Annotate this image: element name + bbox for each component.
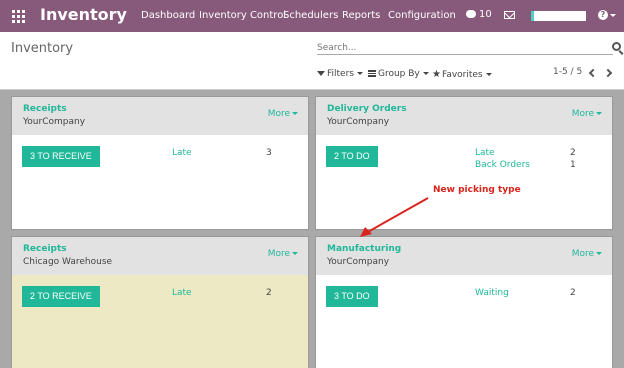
menu-dashboard[interactable]: Dashboard bbox=[141, 10, 195, 21]
more-dropdown[interactable]: More bbox=[268, 109, 298, 119]
caret-down-icon bbox=[596, 112, 602, 115]
card-subtitle: YourCompany bbox=[327, 257, 390, 267]
chat-icon bbox=[466, 10, 476, 18]
more-dropdown[interactable]: More bbox=[268, 249, 298, 259]
favorites-button[interactable]: ★Favorites bbox=[432, 69, 492, 80]
caret-down-icon bbox=[422, 72, 429, 75]
to-do-button[interactable]: 2 TO DO bbox=[326, 146, 378, 167]
stat-late-link[interactable]: Late bbox=[172, 288, 192, 298]
top-navbar: Inventory Dashboard Inventory Control Sc… bbox=[0, 0, 624, 32]
menu-configuration[interactable]: Configuration bbox=[388, 10, 456, 21]
more-label: More bbox=[571, 109, 594, 119]
page-title: Inventory bbox=[11, 41, 74, 56]
stat-late-count: 2 bbox=[570, 148, 576, 158]
card-subtitle: YourCompany bbox=[327, 117, 390, 127]
stat-late-link[interactable]: Late bbox=[475, 148, 495, 158]
to-receive-button[interactable]: 2 TO RECEIVE bbox=[22, 286, 100, 307]
pager-next-icon[interactable] bbox=[603, 68, 613, 78]
menu-schedulers[interactable]: Schedulers bbox=[283, 10, 338, 21]
to-receive-button[interactable]: 3 TO RECEIVE bbox=[22, 146, 100, 167]
kanban-card-receipts-yourcompany[interactable]: Receipts YourCompany More 3 TO RECEIVE L… bbox=[11, 96, 309, 230]
more-dropdown[interactable]: More bbox=[572, 249, 602, 259]
card-subtitle: YourCompany bbox=[23, 117, 86, 127]
caret-down-icon bbox=[292, 112, 298, 115]
annotation-text: New picking type bbox=[433, 185, 521, 195]
filter-icon bbox=[317, 71, 325, 76]
stat-late-count: 3 bbox=[266, 148, 272, 158]
card-title[interactable]: Receipts bbox=[23, 104, 67, 114]
help-icon[interactable]: ? bbox=[598, 10, 608, 20]
card-header: Manufacturing YourCompany More bbox=[316, 237, 612, 275]
filters-label: Filters bbox=[327, 69, 354, 79]
chat-count: 10 bbox=[479, 9, 492, 20]
card-title[interactable]: Delivery Orders bbox=[327, 104, 407, 114]
kanban-card-receipts-chicago[interactable]: Receipts Chicago Warehouse More 2 TO REC… bbox=[11, 236, 309, 368]
caret-down-icon bbox=[485, 73, 492, 76]
caret-down-icon bbox=[292, 252, 298, 255]
help-caret-icon[interactable] bbox=[610, 14, 616, 17]
card-header: Delivery Orders YourCompany More bbox=[316, 97, 612, 135]
app-brand[interactable]: Inventory bbox=[40, 5, 127, 24]
kanban-view: Receipts YourCompany More 3 TO RECEIVE L… bbox=[0, 90, 624, 368]
pager-previous-icon[interactable] bbox=[588, 68, 598, 78]
kanban-card-manufacturing[interactable]: Manufacturing YourCompany More 3 TO DO W… bbox=[315, 236, 613, 368]
caret-down-icon bbox=[596, 252, 602, 255]
group-by-label: Group By bbox=[378, 69, 420, 79]
mail-icon[interactable] bbox=[504, 11, 515, 19]
stat-waiting-count: 2 bbox=[570, 288, 576, 298]
group-by-button[interactable]: Group By bbox=[368, 69, 429, 79]
annotation-arrow bbox=[360, 197, 429, 237]
stat-back-orders-count: 1 bbox=[570, 160, 576, 170]
card-title[interactable]: Receipts bbox=[23, 244, 67, 254]
stat-back-orders-link[interactable]: Back Orders bbox=[475, 160, 530, 170]
pager-value[interactable]: 1-5 / 5 bbox=[553, 67, 582, 77]
menu-inventory-control[interactable]: Inventory Control bbox=[199, 10, 286, 21]
favorites-label: Favorites bbox=[441, 70, 483, 80]
more-label: More bbox=[571, 249, 594, 259]
search-icon[interactable] bbox=[612, 42, 621, 51]
to-do-button[interactable]: 3 TO DO bbox=[326, 286, 378, 307]
more-label: More bbox=[267, 109, 290, 119]
card-body: 2 TO RECEIVE Late 2 bbox=[12, 275, 308, 368]
stat-late-count: 2 bbox=[266, 288, 272, 298]
control-panel: Inventory Filters Group By ★Favorites 1-… bbox=[0, 32, 624, 90]
card-header: Receipts Chicago Warehouse More bbox=[12, 237, 308, 275]
card-subtitle: Chicago Warehouse bbox=[23, 257, 113, 267]
stat-waiting-link[interactable]: Waiting bbox=[475, 288, 509, 298]
more-label: More bbox=[267, 249, 290, 259]
caret-down-icon bbox=[356, 72, 363, 75]
user-menu[interactable] bbox=[531, 11, 586, 21]
stat-late-link[interactable]: Late bbox=[172, 148, 192, 158]
card-header: Receipts YourCompany More bbox=[12, 97, 308, 135]
card-title[interactable]: Manufacturing bbox=[327, 244, 401, 254]
menu-reports[interactable]: Reports bbox=[342, 10, 380, 21]
search-input[interactable] bbox=[317, 41, 613, 55]
more-dropdown[interactable]: More bbox=[572, 109, 602, 119]
apps-menu-icon[interactable] bbox=[12, 10, 25, 23]
list-icon bbox=[368, 70, 376, 77]
filters-button[interactable]: Filters bbox=[317, 69, 363, 79]
star-icon: ★ bbox=[432, 69, 441, 80]
chat-notifications[interactable]: 10 bbox=[466, 9, 492, 20]
